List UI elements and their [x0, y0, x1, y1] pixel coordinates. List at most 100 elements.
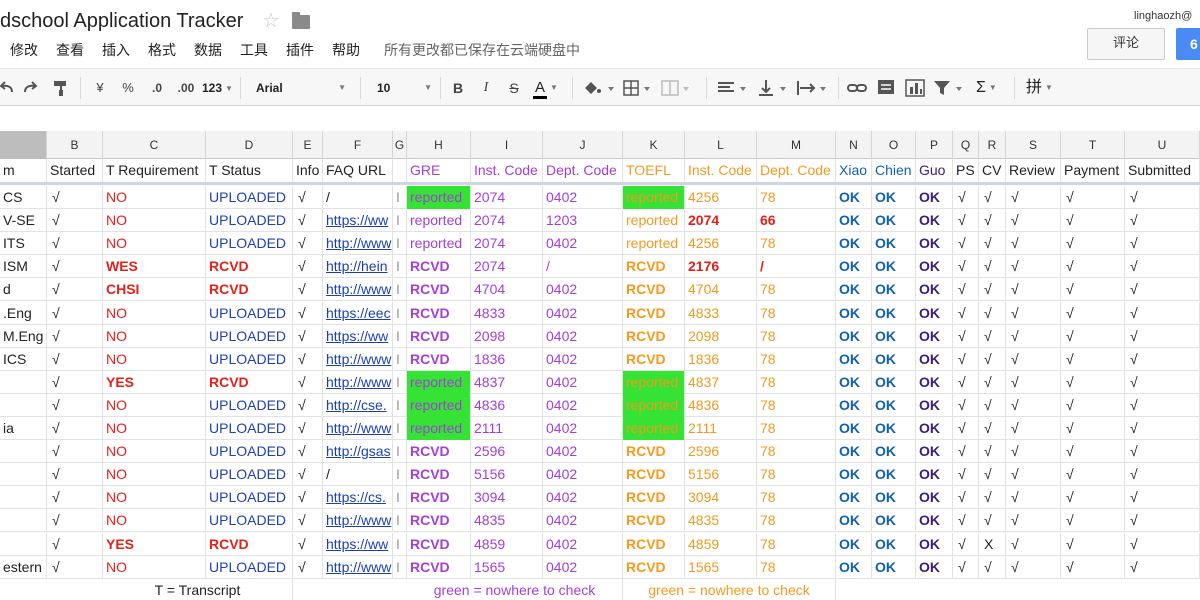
cell-toefl[interactable]: RCVD	[623, 278, 685, 302]
cell-toefl-dept-code[interactable]: 78	[757, 463, 836, 487]
table-row[interactable]: √ NO UPLOADED √ http://cse. Ireported 4836 0402…	[0, 393, 1200, 417]
cell-toefl-inst-code[interactable]: 2098	[685, 324, 757, 348]
cell-t-requirement[interactable]: NO	[103, 486, 206, 510]
cell-started[interactable]: √	[47, 509, 103, 533]
cell-gre-dept-code[interactable]: 0402	[543, 463, 623, 487]
cell-gre[interactable]: RCVD	[407, 255, 471, 279]
cell-toefl-dept-code[interactable]: 66	[757, 209, 836, 233]
user-email[interactable]: linghaozh@	[1134, 10, 1192, 22]
cell-submitted[interactable]: √	[1125, 532, 1200, 556]
table-row[interactable]: √ YES RCVD √ http://www Ireported 4837 0402 repo…	[0, 370, 1200, 394]
cell-started[interactable]: √	[47, 347, 103, 371]
cell-gre[interactable]: RCVD	[407, 463, 471, 487]
cell-chien[interactable]: OK	[872, 370, 916, 394]
cell-info[interactable]: √	[293, 301, 323, 325]
cell-ps[interactable]: √	[953, 347, 979, 371]
percent-button[interactable]: %	[120, 77, 136, 99]
increase-decimal-button[interactable]: .00	[174, 77, 198, 99]
cell-gre[interactable]: reported	[407, 232, 471, 256]
cell-gre-inst-code[interactable]: 4837	[471, 370, 543, 394]
menu-format[interactable]: 格式	[148, 41, 176, 61]
cell-g[interactable]: I	[393, 278, 407, 302]
cell-toefl[interactable]: RCVD	[623, 255, 685, 279]
column-header-m[interactable]: M	[757, 131, 836, 159]
cell-submitted[interactable]: √	[1125, 417, 1200, 440]
cell-gre[interactable]: reported	[407, 186, 471, 209]
table-row[interactable]: .Eng √ NO UPLOADED √ https://eec I RCVD 4833 0402…	[0, 301, 1200, 325]
redo-icon[interactable]	[22, 77, 40, 99]
cell-gre-dept-code[interactable]: 0402	[543, 347, 623, 371]
cell-gre-dept-code[interactable]: 0402	[543, 555, 623, 579]
link-icon[interactable]	[846, 77, 868, 99]
strikethrough-button[interactable]: S	[506, 77, 522, 99]
table-row[interactable]: ITS √ NO UPLOADED √ http://www Ireported 2074 04…	[0, 232, 1200, 256]
cell-cv[interactable]: √	[979, 486, 1006, 510]
cell-cv[interactable]: √	[979, 324, 1006, 348]
header-t-requirement[interactable]: T Requirement	[103, 159, 206, 182]
cell-cv[interactable]: √	[979, 463, 1006, 487]
cell-xiao[interactable]: OK	[836, 417, 872, 440]
cell-t-requirement[interactable]: NO	[103, 301, 206, 325]
cell-gre[interactable]: RCVD	[407, 347, 471, 371]
cell-info[interactable]: √	[293, 232, 323, 256]
header-started[interactable]: Started	[47, 159, 103, 182]
cell-cv[interactable]: √	[979, 555, 1006, 579]
cell-t-status[interactable]: RCVD	[206, 255, 293, 279]
cell-gre-inst-code[interactable]: 5156	[471, 463, 543, 487]
cell-t-requirement[interactable]: NO	[103, 509, 206, 533]
cell-started[interactable]: √	[47, 486, 103, 510]
cell-info[interactable]: √	[293, 255, 323, 279]
cell-review[interactable]: √	[1006, 347, 1061, 371]
cell-review[interactable]: √	[1006, 440, 1061, 464]
column-header-e[interactable]: E	[293, 131, 323, 159]
cell-faq-url[interactable]: http://cse.	[323, 393, 393, 417]
header-t-status[interactable]: T Status	[206, 159, 293, 182]
cell-submitted[interactable]: √	[1125, 440, 1200, 464]
cell-chien[interactable]: OK	[872, 324, 916, 348]
cell-gre-dept-code[interactable]: 1203	[543, 209, 623, 233]
cell-guo[interactable]: OK	[916, 347, 953, 371]
cell-gre[interactable]: RCVD	[407, 440, 471, 464]
cell-g[interactable]: I	[393, 347, 407, 371]
table-row[interactable]: ISM √ WES RCVD √ http://hein I RCVD 2074/RCVD 217…	[0, 255, 1200, 279]
cell-gre-inst-code[interactable]: 2111	[471, 417, 543, 440]
cell-gre-inst-code[interactable]: 4704	[471, 278, 543, 302]
cell-chien[interactable]: OK	[872, 463, 916, 487]
borders-icon[interactable]	[622, 77, 654, 99]
column-header-o[interactable]: O	[872, 131, 916, 159]
cell-toefl-inst-code[interactable]: 2074	[685, 209, 757, 233]
cell-payment[interactable]: √	[1061, 440, 1125, 464]
cell-review[interactable]: √	[1006, 255, 1061, 279]
cell-program[interactable]: estern	[0, 555, 47, 579]
cell-payment[interactable]: √	[1061, 463, 1125, 487]
cell-toefl-dept-code[interactable]: 78	[757, 370, 836, 394]
column-header-g[interactable]: G	[393, 131, 407, 159]
cell-toefl-inst-code[interactable]: 1836	[685, 347, 757, 371]
cell-faq-url[interactable]: http://www	[323, 370, 393, 394]
cell-submitted[interactable]: √	[1125, 463, 1200, 487]
cell-g[interactable]: I	[393, 301, 407, 325]
cell-faq-url[interactable]: http://www	[323, 278, 393, 302]
cell-payment[interactable]: √	[1061, 393, 1125, 417]
cell-toefl-inst-code[interactable]: 4833	[685, 301, 757, 325]
cell-gre-inst-code[interactable]: 2074	[471, 186, 543, 209]
column-header-l[interactable]: L	[685, 131, 757, 159]
cell-toefl[interactable]: RCVD	[623, 440, 685, 464]
cell-toefl-dept-code[interactable]: 78	[757, 440, 836, 464]
cell-program[interactable]: ICS	[0, 347, 47, 371]
cell-payment[interactable]: √	[1061, 324, 1125, 348]
cell-program[interactable]: d	[0, 278, 47, 302]
cell-info[interactable]: √	[293, 509, 323, 533]
cell-ps[interactable]: √	[953, 209, 979, 233]
cell-review[interactable]: √	[1006, 486, 1061, 510]
cell-gre[interactable]: reported	[407, 209, 471, 233]
cell-ps[interactable]: √	[953, 440, 979, 464]
cell-gre-inst-code[interactable]: 2596	[471, 440, 543, 464]
cell-toefl[interactable]: reported	[623, 232, 685, 256]
cell-started[interactable]: √	[47, 532, 103, 556]
cell-gre[interactable]: RCVD	[407, 278, 471, 302]
cell-t-requirement[interactable]: CHSI	[103, 278, 206, 302]
cell-t-requirement[interactable]: NO	[103, 393, 206, 417]
cell-program[interactable]	[0, 393, 47, 417]
cell-t-status[interactable]: UPLOADED	[206, 440, 293, 464]
